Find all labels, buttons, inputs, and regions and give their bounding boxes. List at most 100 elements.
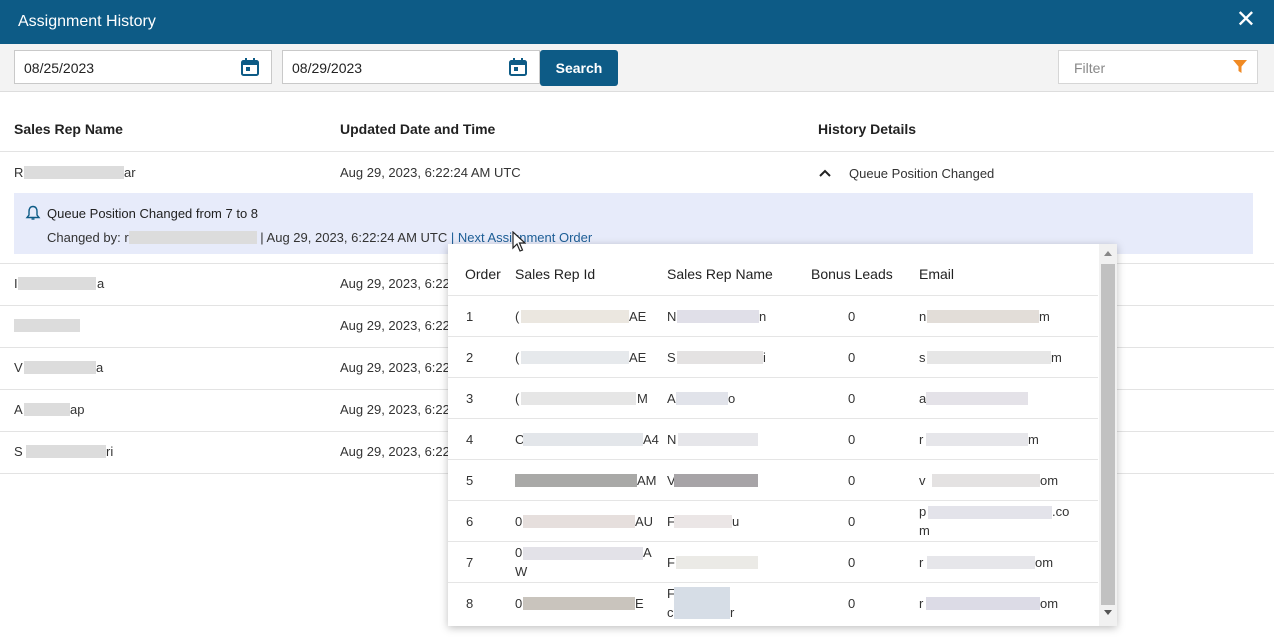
rep-id-end: AE bbox=[629, 350, 647, 365]
redacted-text bbox=[677, 351, 763, 364]
close-icon[interactable]: ✕ bbox=[1236, 8, 1256, 32]
rep-name: V bbox=[14, 360, 23, 375]
calendar-icon[interactable] bbox=[241, 58, 259, 76]
order: 5 bbox=[466, 473, 474, 488]
rep-name-end: a bbox=[97, 276, 105, 291]
updated-date: Aug 29, 2023, 6:22 bbox=[340, 318, 450, 333]
column-header-history-details[interactable]: History Details bbox=[818, 121, 916, 137]
rep-id-end: AM bbox=[637, 473, 657, 488]
changed-by-label: Changed by: r bbox=[47, 230, 129, 245]
email-end: m bbox=[1039, 309, 1050, 324]
popup-header-email: Email bbox=[919, 266, 955, 282]
rep-id: 0 bbox=[515, 545, 523, 560]
calendar-icon[interactable] bbox=[509, 58, 527, 76]
rep-name-end: n bbox=[759, 309, 767, 324]
email: p bbox=[919, 504, 927, 519]
search-button[interactable]: Search bbox=[540, 50, 618, 86]
bonus-leads: 0 bbox=[848, 473, 856, 488]
list-item: 7 0 A W F 0 r om bbox=[448, 541, 1098, 583]
rep-name-end: ap bbox=[70, 402, 85, 417]
filter-icon[interactable] bbox=[1233, 60, 1247, 74]
rep-name-end: ar bbox=[124, 165, 136, 180]
bonus-leads: 0 bbox=[848, 350, 856, 365]
email-end: m bbox=[1051, 350, 1062, 365]
redacted-text bbox=[24, 403, 70, 416]
order: 7 bbox=[466, 555, 474, 570]
popup-header-rep-name: Sales Rep Name bbox=[667, 266, 773, 282]
rep-name-line2: c bbox=[667, 605, 674, 620]
rep-id: ( bbox=[515, 350, 520, 365]
redacted-text bbox=[927, 351, 1051, 364]
bell-icon bbox=[25, 205, 41, 220]
scrollbar[interactable] bbox=[1099, 244, 1117, 626]
rep-id-end: AE bbox=[629, 309, 647, 324]
detail-changed-by: Changed by: r | Aug 29, 2023, 6:22:24 AM… bbox=[47, 229, 592, 245]
email-line2: m bbox=[919, 523, 930, 538]
order: 8 bbox=[466, 596, 474, 611]
redacted-text bbox=[521, 351, 629, 364]
list-item: 3 ( M A o 0 a bbox=[448, 377, 1098, 419]
redacted-text bbox=[523, 433, 643, 446]
filter-placeholder: Filter bbox=[1074, 60, 1106, 76]
rep-id-line2: W bbox=[515, 564, 528, 579]
filter-input[interactable]: Filter bbox=[1058, 50, 1258, 84]
redacted-text bbox=[24, 361, 96, 374]
next-assignment-order-popup: Order Sales Rep Id Sales Rep Name Bonus … bbox=[448, 244, 1117, 626]
list-item: 4 C A4 N 0 r m bbox=[448, 418, 1098, 460]
redacted-text bbox=[523, 597, 635, 610]
rep-name-end: r bbox=[730, 605, 735, 620]
scroll-up-icon[interactable] bbox=[1104, 251, 1112, 256]
redacted-text bbox=[932, 474, 1040, 487]
rep-id-end: AU bbox=[635, 514, 654, 529]
email-end: om bbox=[1035, 555, 1054, 570]
order: 1 bbox=[466, 309, 474, 324]
redacted-text bbox=[926, 597, 1040, 610]
rep-name: N bbox=[667, 309, 677, 324]
redacted-text bbox=[24, 166, 124, 179]
email: s bbox=[919, 350, 926, 365]
dialog-header: Assignment History ✕ bbox=[0, 0, 1274, 44]
rep-id: ( bbox=[515, 309, 520, 324]
rep-name: S bbox=[14, 444, 23, 459]
redacted-text bbox=[26, 445, 106, 458]
rep-name-end: u bbox=[732, 514, 740, 529]
date-from-value: 08/25/2023 bbox=[24, 60, 95, 76]
redacted-text bbox=[676, 392, 728, 405]
mouse-cursor-icon bbox=[512, 231, 526, 252]
history-detail[interactable]: Queue Position Changed bbox=[849, 166, 994, 181]
redacted-text bbox=[674, 474, 758, 487]
list-item: 8 0 E F c r 0 r om bbox=[448, 582, 1098, 624]
scrollbar-thumb[interactable] bbox=[1101, 264, 1115, 605]
rep-id-end: A bbox=[643, 545, 652, 560]
column-header-sales-rep-name[interactable]: Sales Rep Name bbox=[14, 121, 123, 137]
chevron-up-icon[interactable] bbox=[818, 166, 832, 180]
redacted-text bbox=[521, 392, 636, 405]
column-header-updated[interactable]: Updated Date and Time bbox=[340, 121, 495, 137]
rep-id-end: E bbox=[635, 596, 644, 611]
date-from-field[interactable]: 08/25/2023 bbox=[14, 50, 272, 84]
email: n bbox=[919, 309, 927, 324]
bonus-leads: 0 bbox=[848, 391, 856, 406]
detail-title: Queue Position Changed from 7 to 8 bbox=[47, 206, 259, 221]
rep-name-end: a bbox=[96, 360, 104, 375]
order: 4 bbox=[466, 432, 474, 447]
redacted-text bbox=[676, 556, 758, 569]
updated-date: Aug 29, 2023, 6:22 bbox=[340, 276, 450, 291]
updated-date: Aug 29, 2023, 6:22 bbox=[340, 444, 450, 459]
divider bbox=[0, 151, 1274, 152]
list-item: 5 AM V 0 v om bbox=[448, 459, 1098, 501]
updated-date: Aug 29, 2023, 6:22 bbox=[340, 360, 450, 375]
redacted-text bbox=[926, 392, 1028, 405]
redacted-text bbox=[14, 319, 80, 332]
scroll-down-icon[interactable] bbox=[1104, 610, 1112, 615]
redacted-text bbox=[674, 587, 730, 619]
rep-name: A bbox=[667, 391, 676, 406]
date-to-value: 08/29/2023 bbox=[292, 60, 363, 76]
rep-id: 0 bbox=[515, 596, 523, 611]
redacted-text bbox=[523, 515, 635, 528]
date-to-field[interactable]: 08/29/2023 bbox=[282, 50, 540, 84]
redacted-text bbox=[128, 231, 257, 244]
redacted-text bbox=[523, 547, 643, 560]
bonus-leads: 0 bbox=[848, 309, 856, 324]
redacted-text bbox=[927, 310, 1039, 323]
